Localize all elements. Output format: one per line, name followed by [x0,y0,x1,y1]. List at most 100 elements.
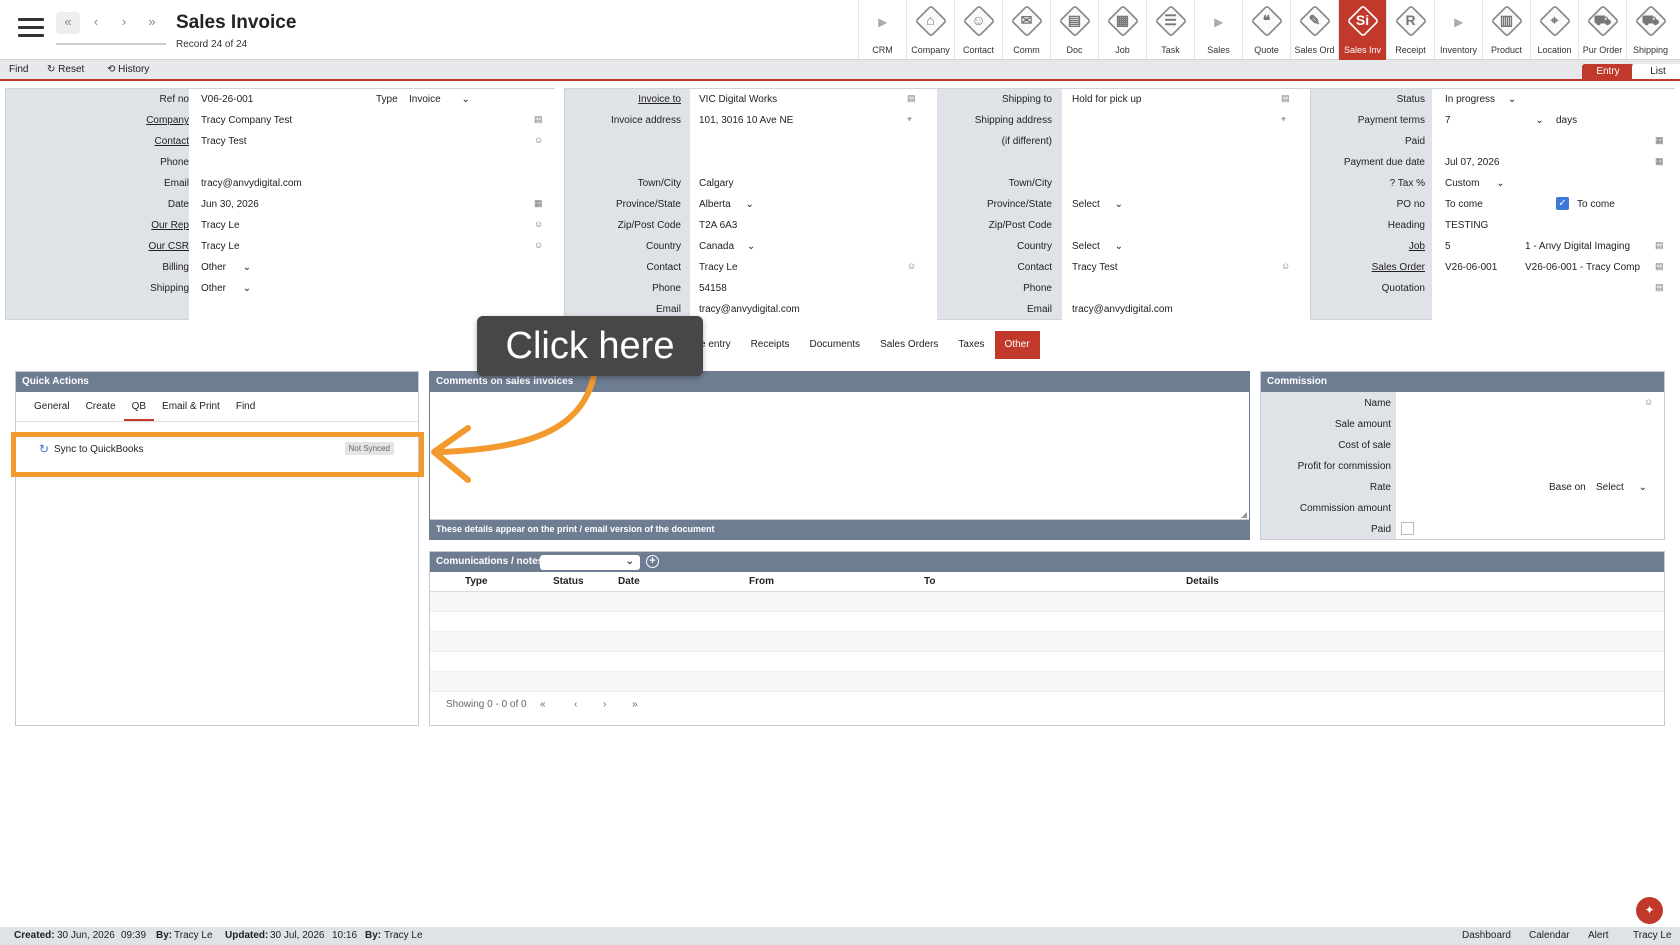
tax-select[interactable]: Custom ⌄ [1445,178,1505,189]
zip-field[interactable]: T2A 6A3 [699,220,737,231]
module-location[interactable]: ⌖ Location [1530,0,1578,60]
calendar-icon[interactable]: ▦ [1655,135,1664,146]
module-contact[interactable]: ☺ Contact [954,0,1002,60]
col-date[interactable]: Date [618,572,749,591]
ship-country-select[interactable]: Select ⌄ [1072,241,1123,252]
date-field[interactable]: Jun 30, 2026 [201,199,259,210]
sales-order-label[interactable]: Sales Order [1285,262,1425,273]
invoice-contact-field[interactable]: Tracy Le [699,262,738,273]
add-icon[interactable]: + [646,555,659,568]
csr-label[interactable]: Our CSR [49,241,189,252]
province-select[interactable]: Alberta ⌄ [699,199,754,210]
commission-paid-checkbox[interactable] [1401,522,1414,535]
assistant-fab-icon[interactable]: ✦ [1636,897,1663,924]
tab-entry[interactable]: Entry [1582,64,1634,79]
alert-link[interactable]: Alert [1588,927,1609,945]
tab-other[interactable]: Other [994,331,1040,359]
shipping-to-field[interactable]: Hold for pick up [1072,94,1141,105]
document-icon[interactable]: ▤ [1655,261,1664,272]
document-icon[interactable]: ▤ [1655,282,1664,293]
type-select[interactable]: Invoice ⌄ [409,94,470,105]
billing-select[interactable]: Other ⌄ [201,262,251,273]
heading-field[interactable]: TESTING [1445,220,1488,231]
job-field[interactable]: 5 [1445,241,1451,252]
dashboard-link[interactable]: Dashboard [1462,927,1511,945]
next-record-button[interactable]: › [112,12,136,34]
find-button[interactable]: Find [9,64,28,75]
module-receipt[interactable]: R Receipt [1386,0,1434,60]
company-field[interactable]: Tracy Company Test [201,115,292,126]
invoice-phone-field[interactable]: 54158 [699,283,727,294]
ship-contact-field[interactable]: Tracy Test [1072,262,1118,273]
next-page-button[interactable]: › [603,692,606,718]
module-task[interactable]: ☰ Task [1146,0,1194,60]
rep-label[interactable]: Our Rep [49,220,189,231]
communications-filter-select[interactable]: ⌄ [540,555,640,570]
first-record-button[interactable]: « [56,12,80,34]
last-record-button[interactable]: » [140,12,164,34]
invoice-to-field[interactable]: VIC Digital Works [699,94,777,105]
last-page-button[interactable]: » [632,692,638,718]
ref-no-field[interactable]: V06-26-001 [201,94,253,105]
module-inventory[interactable]: ▸ Inventory [1434,0,1482,60]
ship-province-select[interactable]: Select ⌄ [1072,199,1123,210]
module-crm[interactable]: ▸ CRM [858,0,906,60]
module-company[interactable]: ⌂ Company [906,0,954,60]
shipping-select[interactable]: Other ⌄ [201,283,251,294]
module-job[interactable]: ▦ Job [1098,0,1146,60]
module-pur-order[interactable]: ⛟ Pur Order [1578,0,1626,60]
calendar-icon[interactable]: ▦ [1655,156,1664,167]
contact-field[interactable]: Tracy Test [201,136,247,147]
tab-qb[interactable]: QB [123,392,155,421]
invoice-address-field[interactable]: 101, 3016 10 Ave NE [699,115,793,126]
town-field[interactable]: Calgary [699,178,733,189]
reset-button[interactable]: ↻ Reset [47,64,84,75]
resize-handle-icon[interactable]: ◢ [1241,510,1247,519]
base-on-select[interactable]: Select ⌄ [1596,482,1647,493]
invoice-email-field[interactable]: tracy@anvydigital.com [699,304,800,315]
module-shipping[interactable]: ⛟ Shipping [1626,0,1674,60]
po-to-come-checkbox[interactable]: ✓ [1556,197,1569,210]
col-from[interactable]: From [749,572,924,591]
history-button[interactable]: ⟲ History [107,64,149,75]
csr-field[interactable]: Tracy Le [201,241,240,252]
first-page-button[interactable]: « [540,692,546,718]
email-field[interactable]: tracy@anvydigital.com [201,178,302,189]
invoice-to-label[interactable]: Invoice to [541,94,681,105]
rep-field[interactable]: Tracy Le [201,220,240,231]
tab-general[interactable]: General [26,392,78,421]
module-sales-ord[interactable]: ✎ Sales Ord [1290,0,1338,60]
prev-page-button[interactable]: ‹ [574,692,577,718]
menu-icon[interactable] [18,18,44,38]
tab-list[interactable]: List [1632,64,1680,79]
country-select[interactable]: Canada ⌄ [699,241,755,252]
job-name-field[interactable]: 1 - Anvy Digital Imaging [1525,241,1630,252]
tab-sales-orders[interactable]: Sales Orders [870,331,948,359]
sales-order-name-field[interactable]: V26-06-001 - Tracy Comp [1525,262,1643,273]
tab-documents[interactable]: Documents [799,331,870,359]
col-status[interactable]: Status [553,572,618,591]
module-comm[interactable]: ✉ Comm [1002,0,1050,60]
po-field[interactable]: To come [1445,199,1483,210]
ship-email-field[interactable]: tracy@anvydigital.com [1072,304,1173,315]
help-icon[interactable]: ? [1390,178,1396,189]
module-sales[interactable]: ▸ Sales [1194,0,1242,60]
col-details[interactable]: Details [1186,572,1386,591]
module-quote[interactable]: ❝ Quote [1242,0,1290,60]
user-link[interactable]: Tracy Le [1633,927,1672,945]
due-date-field[interactable]: Jul 07, 2026 [1445,157,1500,168]
person-icon[interactable]: ☺ [534,135,543,145]
contact-label[interactable]: Contact [49,136,189,147]
sales-order-field[interactable]: V26-06-001 [1445,262,1497,273]
document-icon[interactable]: ▤ [1655,240,1664,251]
tab-email-print[interactable]: Email & Print [154,392,228,421]
tab-taxes[interactable]: Taxes [948,331,994,359]
calendar-link[interactable]: Calendar [1529,927,1570,945]
col-to[interactable]: To [924,572,1186,591]
person-icon[interactable]: ☺ [1644,397,1653,407]
module-sales-inv[interactable]: Si Sales Inv [1338,0,1386,60]
job-label[interactable]: Job [1285,241,1425,252]
status-select[interactable]: In progress ⌄ [1445,94,1516,105]
company-label[interactable]: Company [49,115,189,126]
tab-create[interactable]: Create [78,392,124,421]
